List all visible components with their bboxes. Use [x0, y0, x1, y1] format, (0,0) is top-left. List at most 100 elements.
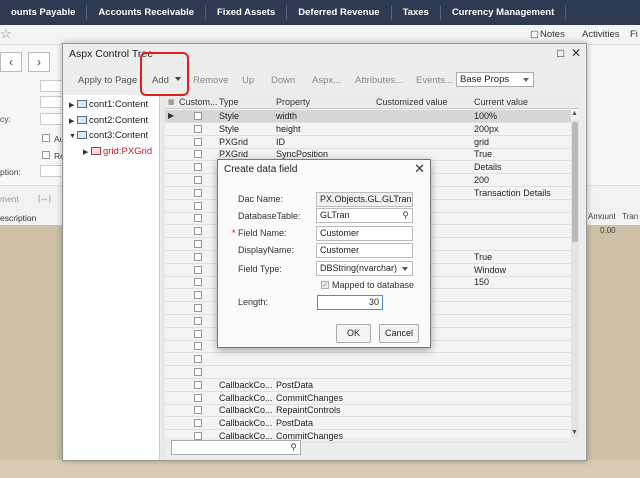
customized-checkbox[interactable] [194, 252, 202, 261]
cell-current-value: 200px [474, 123, 499, 134]
bg-field[interactable] [40, 165, 64, 177]
tree-node-cont2[interactable]: ▶ cont2:Content [69, 115, 148, 126]
star-icon[interactable]: ☆ [0, 26, 12, 42]
bg-field[interactable] [40, 80, 64, 92]
customized-checkbox[interactable] [194, 380, 202, 389]
customized-checkbox[interactable] [194, 419, 202, 428]
activities-button[interactable]: Activities [582, 29, 619, 40]
field-name-field[interactable]: Customer [316, 226, 413, 241]
customized-checkbox[interactable] [194, 240, 202, 248]
customized-checkbox[interactable] [194, 355, 202, 364]
bg-checkbox[interactable] [42, 134, 50, 142]
tree-node-cont3[interactable]: ▼ cont3:Content [69, 130, 148, 141]
customized-checkbox[interactable] [194, 393, 202, 402]
col-customized[interactable]: Custom... [179, 97, 218, 107]
col-type[interactable]: Type [219, 97, 239, 107]
nav-taxes[interactable]: Taxes [392, 5, 441, 20]
table-row[interactable]: PXGrid ID grid [165, 136, 571, 149]
customized-checkbox[interactable] [194, 112, 202, 120]
table-row[interactable] [165, 353, 571, 367]
nav-currency-management[interactable]: Currency Management [441, 5, 567, 20]
mapped-to-database-checkbox[interactable]: ✓ [321, 281, 329, 289]
props-select[interactable]: Base Props [456, 72, 534, 87]
grid-settings-icon[interactable]: ▦ [168, 98, 175, 106]
scroll-down-icon[interactable]: ▼ [571, 429, 578, 436]
customized-checkbox[interactable] [194, 124, 202, 133]
customized-checkbox[interactable] [194, 368, 202, 376]
notes-icon[interactable]: ▢ [530, 29, 539, 40]
down-button[interactable]: Down [271, 75, 295, 86]
cell-property: SyncPosition [276, 149, 329, 160]
apply-to-page-button[interactable]: Apply to Page [78, 75, 137, 86]
customized-checkbox[interactable] [194, 150, 202, 159]
scrollbar-thumb[interactable] [572, 122, 578, 242]
up-button[interactable]: Up [242, 75, 254, 86]
bg-field[interactable] [40, 96, 64, 108]
customized-checkbox[interactable] [194, 176, 202, 184]
table-row[interactable]: CallbackCo... PostData [165, 417, 571, 431]
nav-deferred-revenue[interactable]: Deferred Revenue [287, 5, 392, 20]
cancel-button[interactable]: Cancel [379, 324, 419, 343]
field-type-value: DBString(nvarchar) [320, 263, 398, 273]
maximize-icon[interactable]: □ [557, 46, 564, 60]
customized-checkbox[interactable] [194, 432, 202, 440]
close-icon[interactable]: ✕ [414, 161, 425, 177]
col-customized-value[interactable]: Customized value [376, 97, 448, 107]
folder-icon [77, 131, 87, 140]
customized-checkbox[interactable] [194, 137, 202, 146]
expand-icon[interactable]: ▶ [69, 101, 77, 109]
customized-checkbox[interactable] [194, 316, 202, 325]
customized-checkbox[interactable] [194, 201, 202, 210]
bg-field[interactable] [40, 113, 64, 125]
nav-accounts-receivable[interactable]: Accounts Receivable [87, 5, 206, 20]
customized-checkbox[interactable] [194, 265, 202, 274]
collapse-icon[interactable]: ▼ [69, 133, 77, 140]
notes-button[interactable]: Notes [540, 29, 565, 40]
scroll-up-icon[interactable]: ▲ [571, 110, 578, 117]
table-row[interactable]: Style height 200px [165, 123, 571, 136]
next-icon[interactable]: › [28, 52, 50, 72]
search-input[interactable]: ⚲ [171, 440, 301, 455]
customized-checkbox[interactable] [194, 342, 202, 351]
nav-accounts-payable[interactable]: ounts Payable [0, 5, 88, 20]
search-icon[interactable]: ⚲ [290, 442, 297, 453]
expand-icon[interactable]: ▶ [83, 148, 91, 156]
field-type-select[interactable]: DBString(nvarchar) [316, 261, 413, 276]
prev-icon[interactable]: ‹ [0, 52, 22, 72]
tree-node-cont1[interactable]: ▶ cont1:Content [69, 99, 148, 110]
bg-checkbox[interactable] [42, 151, 50, 159]
fit-icon[interactable]: |↔| [38, 193, 51, 203]
customized-checkbox[interactable] [194, 329, 202, 338]
aspx-button[interactable]: Aspx... [312, 75, 341, 86]
database-table-field[interactable]: GLTran ⚲ [316, 208, 413, 223]
table-row[interactable]: CallbackCo... RepaintControls [165, 404, 571, 418]
table-row[interactable]: ▶ Style width 100% [165, 110, 571, 123]
table-row[interactable]: CallbackCo... PostData [165, 379, 571, 392]
tree-node-grid[interactable]: ▶ grid:PXGrid [83, 146, 152, 157]
attributes-button[interactable]: Attributes... [355, 75, 403, 86]
customized-checkbox[interactable] [194, 278, 202, 287]
table-row[interactable] [165, 366, 571, 379]
customized-checkbox[interactable] [194, 406, 202, 415]
display-name-field[interactable]: Customer [316, 243, 413, 258]
customized-checkbox[interactable] [194, 188, 202, 197]
col-current-value[interactable]: Current value [474, 97, 528, 107]
length-field[interactable]: 30 [317, 295, 383, 310]
nav-fixed-assets[interactable]: Fixed Assets [206, 5, 288, 20]
remove-button[interactable]: Remove [193, 75, 228, 86]
ok-button[interactable]: OK [336, 324, 371, 343]
table-row[interactable]: CallbackCo... CommitChanges [165, 392, 571, 405]
expand-icon[interactable]: ▶ [69, 117, 77, 125]
close-icon[interactable]: ✕ [571, 46, 581, 60]
events-button[interactable]: Events... [416, 75, 453, 86]
cell-property: CommitChanges [276, 392, 344, 403]
files-button[interactable]: Fi [630, 29, 638, 40]
search-icon[interactable]: ⚲ [402, 210, 409, 221]
customized-checkbox[interactable] [194, 163, 202, 172]
scrollbar[interactable] [571, 120, 579, 438]
customized-checkbox[interactable] [194, 227, 202, 236]
customized-checkbox[interactable] [194, 214, 202, 223]
customized-checkbox[interactable] [194, 304, 202, 312]
col-property[interactable]: Property [276, 97, 310, 107]
customized-checkbox[interactable] [194, 291, 202, 300]
